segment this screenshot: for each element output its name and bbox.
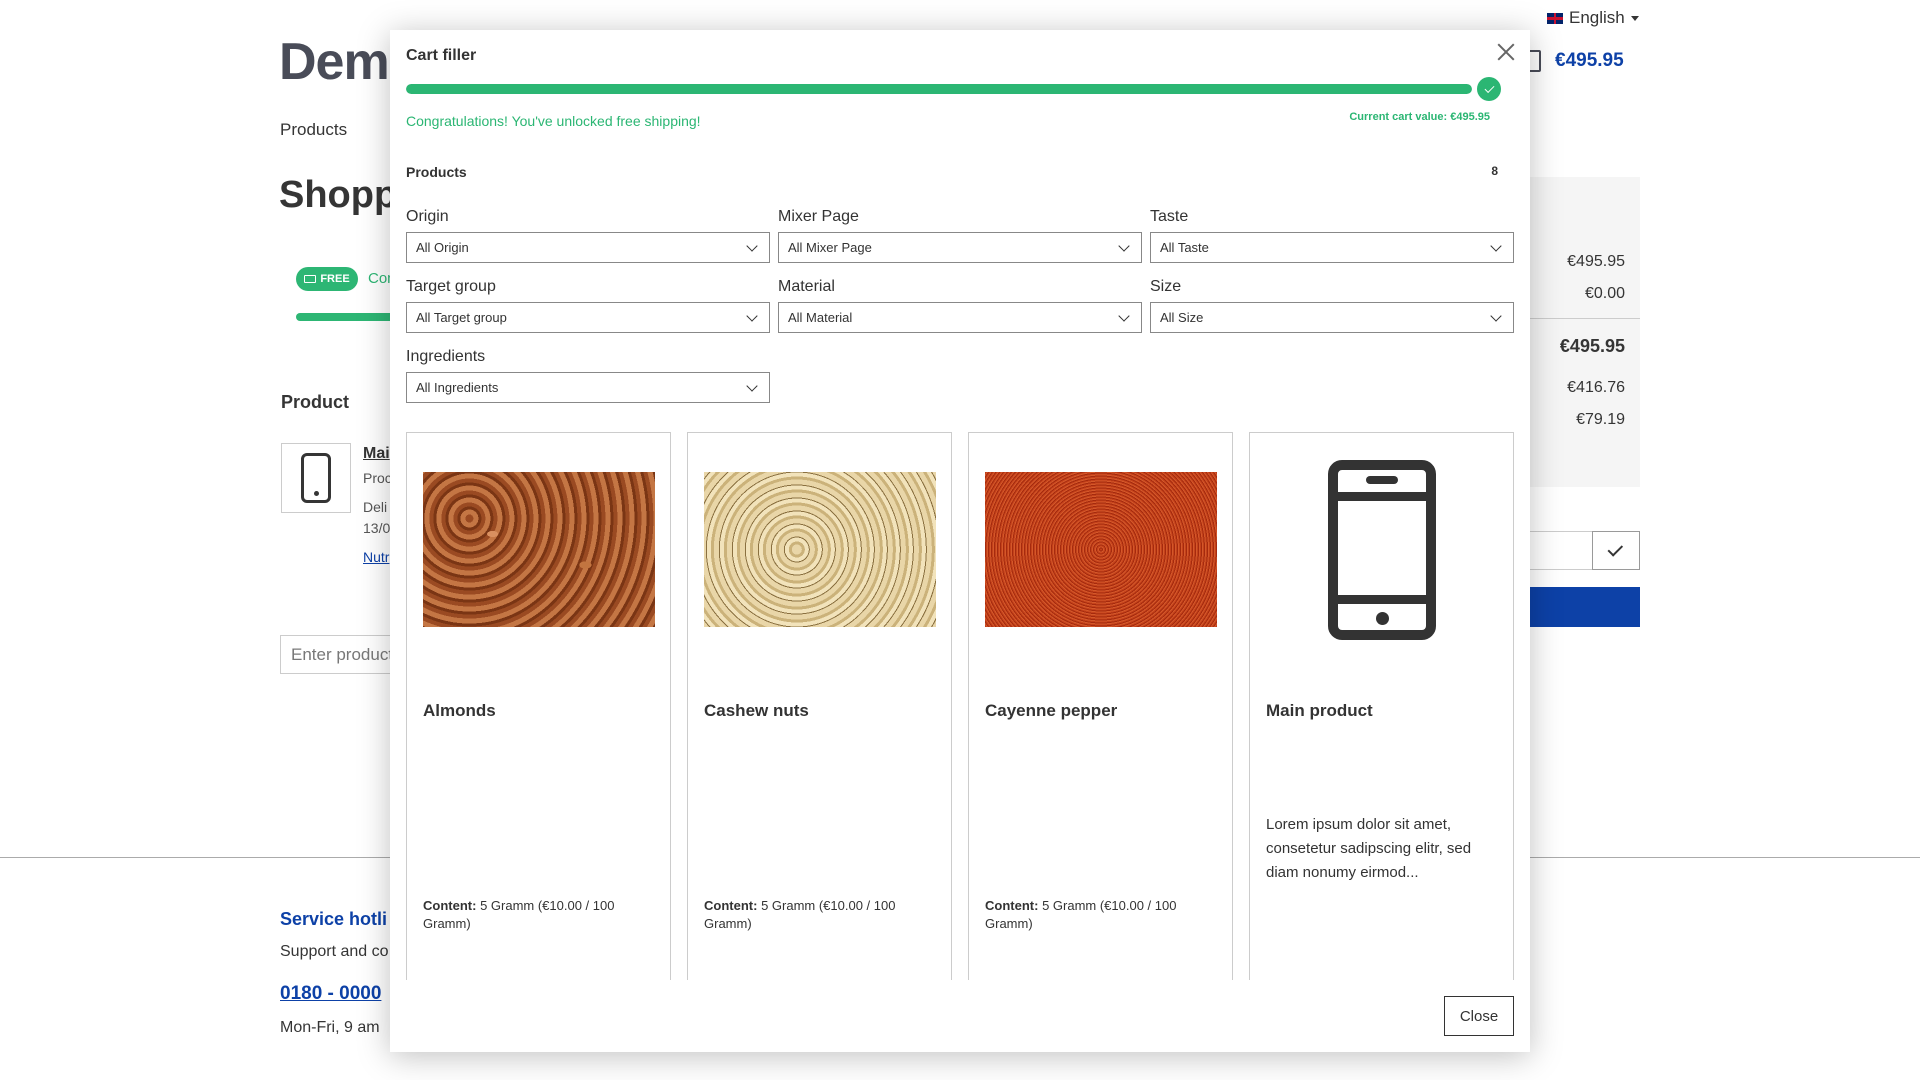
shipping-progress-bar xyxy=(406,84,1472,94)
filter-taste: Taste All Taste xyxy=(1150,208,1514,263)
chevron-down-icon xyxy=(746,310,758,322)
filter-select-taste[interactable]: All Taste xyxy=(1150,232,1514,263)
content-label: Content: xyxy=(704,898,758,913)
filter-value: All Origin xyxy=(416,240,469,255)
product-description: Lorem ipsum dolor sit amet, consetetur s… xyxy=(1266,816,1472,881)
filter-value: All Taste xyxy=(1160,240,1209,255)
filter-value: All Ingredients xyxy=(416,380,499,395)
shipping-progress-fill xyxy=(406,84,1472,94)
filter-mixer-page: Mixer Page All Mixer Page xyxy=(778,208,1142,263)
close-icon[interactable] xyxy=(1494,40,1518,64)
product-name[interactable]: Main product xyxy=(1266,701,1373,721)
product-image-cashew-nuts[interactable] xyxy=(704,472,936,627)
content-label: Content: xyxy=(985,898,1039,913)
filter-select-target-group[interactable]: All Target group xyxy=(406,302,770,333)
filter-label: Taste xyxy=(1150,208,1189,225)
filter-select-ingredients[interactable]: All Ingredients xyxy=(406,372,770,403)
phone-screen-bottom xyxy=(1337,595,1427,604)
current-cart-value: Current cart value: €495.95 xyxy=(1349,111,1490,123)
filter-value: All Material xyxy=(788,310,853,325)
chevron-down-icon xyxy=(746,380,758,392)
filter-label: Material xyxy=(778,278,835,295)
product-name[interactable]: Cashew nuts xyxy=(704,701,809,721)
product-content: Content: 5 Gramm (€10.00 / 100 Gramm) xyxy=(985,897,1220,933)
content-label: Content: xyxy=(423,898,477,913)
chevron-down-icon xyxy=(1118,310,1130,322)
product-image-cayenne-pepper[interactable] xyxy=(985,472,1217,627)
filter-value: All Target group xyxy=(416,310,507,325)
filter-grid: Origin All Origin Mixer Page All Mixer P… xyxy=(406,208,1514,403)
products-heading: Products xyxy=(406,164,467,180)
filter-label: Origin xyxy=(406,208,449,225)
filter-label: Ingredients xyxy=(406,348,486,365)
chevron-down-icon xyxy=(1490,310,1502,322)
filter-select-material[interactable]: All Material xyxy=(778,302,1142,333)
filter-label: Size xyxy=(1150,278,1182,295)
filter-select-mixer-page[interactable]: All Mixer Page xyxy=(778,232,1142,263)
filter-value: All Mixer Page xyxy=(788,240,872,255)
filter-origin: Origin All Origin xyxy=(406,208,770,263)
product-content: Content: 5 Gramm (€10.00 / 100 Gramm) xyxy=(704,897,939,933)
check-icon xyxy=(1484,82,1494,93)
chevron-down-icon xyxy=(1118,240,1130,252)
filter-size: Size All Size xyxy=(1150,278,1514,333)
product-name[interactable]: Cayenne pepper xyxy=(985,701,1117,721)
modal-title: Cart filler xyxy=(406,47,477,64)
filter-material: Material All Material xyxy=(778,278,1142,333)
free-shipping-message: Congratulations! You've unlocked free sh… xyxy=(406,113,701,129)
phone-speaker xyxy=(1366,476,1398,484)
product-card-main-product[interactable]: Main product Lorem ipsum dolor sit amet,… xyxy=(1249,432,1514,980)
product-card-almonds[interactable]: Almonds Content: 5 Gramm (€10.00 / 100 G… xyxy=(406,432,671,980)
close-button[interactable]: Close xyxy=(1444,996,1514,1036)
filter-ingredients: Ingredients All Ingredients xyxy=(406,348,770,403)
product-card-cashew-nuts[interactable]: Cashew nuts Content: 5 Gramm (€10.00 / 1… xyxy=(687,432,952,980)
product-name[interactable]: Almonds xyxy=(423,701,496,721)
product-list: Almonds Content: 5 Gramm (€10.00 / 100 G… xyxy=(406,432,1514,980)
filter-value: All Size xyxy=(1160,310,1204,325)
products-count: 8 xyxy=(1491,164,1498,178)
product-image-almonds[interactable] xyxy=(423,472,655,627)
chevron-down-icon xyxy=(746,240,758,252)
smartphone-icon[interactable] xyxy=(1328,460,1436,640)
chevron-down-icon xyxy=(1490,240,1502,252)
filter-label: Mixer Page xyxy=(778,208,859,225)
filter-label: Target group xyxy=(406,278,496,295)
progress-complete-icon xyxy=(1477,77,1501,101)
phone-home-button xyxy=(1376,612,1389,625)
product-card-cayenne-pepper[interactable]: Cayenne pepper Content: 5 Gramm (€10.00 … xyxy=(968,432,1233,980)
product-content: Content: 5 Gramm (€10.00 / 100 Gramm) xyxy=(423,897,658,933)
filter-target-group: Target group All Target group xyxy=(406,278,770,333)
filter-select-size[interactable]: All Size xyxy=(1150,302,1514,333)
phone-screen-top xyxy=(1337,492,1427,501)
filter-select-origin[interactable]: All Origin xyxy=(406,232,770,263)
cart-filler-modal: Cart filler Congratulations! You've unlo… xyxy=(390,30,1530,1052)
